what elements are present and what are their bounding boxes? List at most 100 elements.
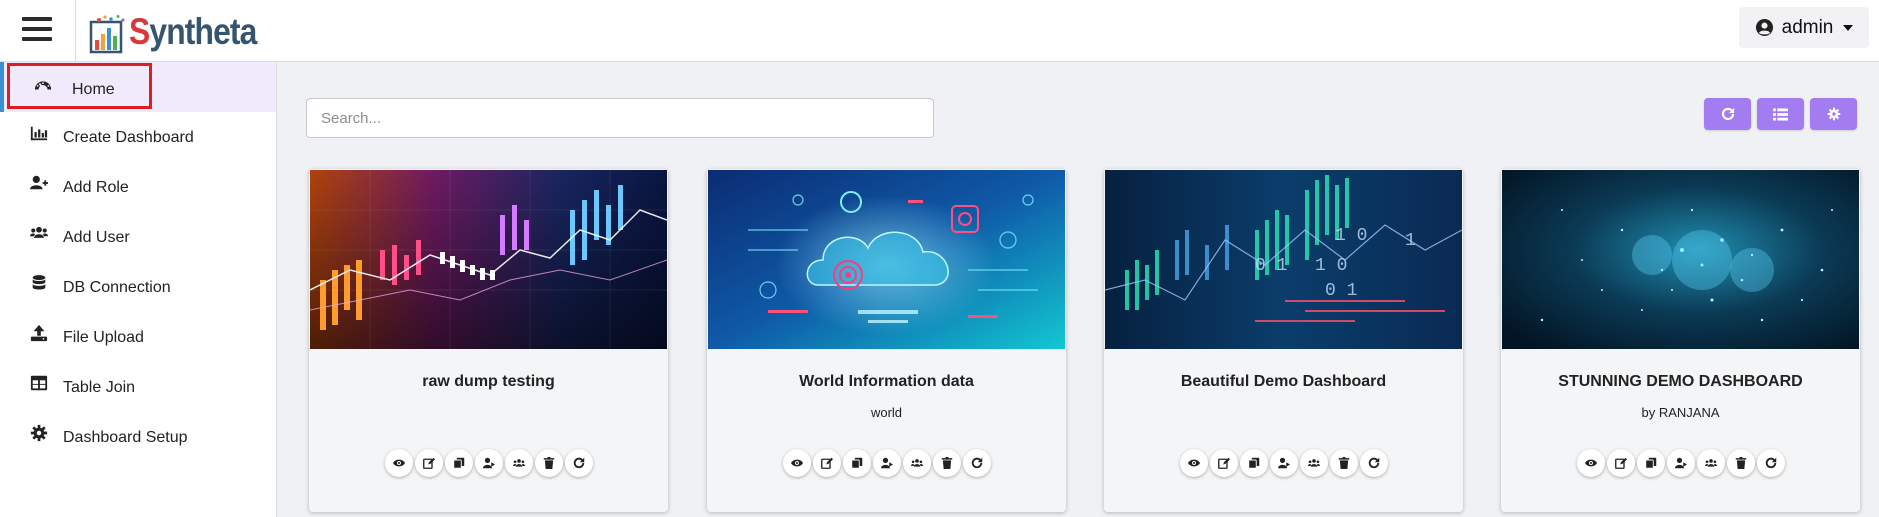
logo-wordmark: Syntheta [129,11,257,52]
eye-icon [1585,457,1597,469]
sidebar-item-label: Table Join [63,379,136,396]
trash-icon [543,457,555,469]
sidebar-item-label: Add Role [63,179,129,196]
assign-role-icon [881,457,893,469]
user-menu-dropdown[interactable]: admin [1739,7,1869,48]
card-title: World Information data [799,373,974,390]
hamburger-menu-icon[interactable] [22,14,52,44]
refresh-card-button[interactable] [1756,449,1785,477]
assign-role-button[interactable] [474,449,503,477]
sidebar-item-add-role[interactable]: Add Role [0,162,276,212]
dashboard-thumbnail-image[interactable] [708,170,1065,349]
eye-icon [791,457,803,469]
edit-icon [1615,457,1627,469]
refresh-card-button[interactable] [1359,449,1388,477]
refresh-card-button[interactable] [962,449,991,477]
user-circle-icon [1755,18,1773,37]
assign-users-button[interactable] [902,449,931,477]
copy-button[interactable] [444,449,473,477]
edit-icon [821,457,833,469]
card-title: Beautiful Demo Dashboard [1180,373,1387,390]
sidebar-item-label: Create Dashboard [63,129,194,146]
edit-icon [1218,457,1230,469]
assign-role-button[interactable] [1666,449,1695,477]
list-icon [1773,107,1788,121]
copy-button[interactable] [1636,449,1665,477]
sidebar-item-label: File Upload [63,329,144,346]
view-button[interactable] [1179,449,1208,477]
dashboard-card[interactable]: 1 01 010 10 1 Beautiful Demo Dashboard [1104,169,1463,512]
sidebar-item-db-connection[interactable]: DB Connection [0,262,276,312]
settings-button[interactable] [1810,98,1857,130]
assign-role-button[interactable] [872,449,901,477]
assign-users-button[interactable] [1696,449,1725,477]
sidebar-item-home[interactable]: Home [0,62,276,112]
delete-button[interactable] [534,449,563,477]
edit-button[interactable] [1606,449,1635,477]
refresh-button[interactable] [1704,98,1751,130]
dashboard-card[interactable]: World Information data world [707,169,1066,512]
users-icon [30,226,48,238]
refresh-icon [573,457,585,469]
dashboard-thumbnail-image[interactable] [1502,170,1859,349]
dashboard-card[interactable]: raw dump testing [309,169,668,512]
copy-icon [1248,457,1260,469]
bar-chart-icon [30,126,48,141]
eye-icon [1188,457,1200,469]
assign-role-icon [1675,457,1687,469]
upload-icon [30,324,48,342]
sidebar-item-file-upload[interactable]: File Upload [0,312,276,362]
view-button[interactable] [384,449,413,477]
divider [75,0,76,62]
svg-text:1 0: 1 0 [1315,256,1347,276]
assign-role-icon [483,457,495,469]
eye-icon [393,457,405,469]
dashboard-thumbnail-image[interactable]: 1 01 010 10 1 [1105,170,1462,349]
card-subtitle: by RANJANA [1641,405,1720,420]
card-actions [707,449,1066,477]
assign-role-button[interactable] [1269,449,1298,477]
top-bar: Syntheta admin [0,0,1879,62]
card-actions [1501,449,1860,477]
svg-text:0 1: 0 1 [1325,281,1357,301]
delete-button[interactable] [1726,449,1755,477]
sidebar-item-create-dashboard[interactable]: Create Dashboard [0,112,276,162]
card-title: STUNNING DEMO DASHBOARD [1558,373,1803,390]
copy-button[interactable] [842,449,871,477]
edit-icon [423,457,435,469]
sidebar-item-dashboard-setup[interactable]: Dashboard Setup [0,412,276,462]
trash-icon [1338,457,1350,469]
edit-button[interactable] [812,449,841,477]
card-title: raw dump testing [422,373,555,390]
delete-button[interactable] [1329,449,1358,477]
card-subtitle: world [870,405,903,420]
copy-icon [1645,457,1657,469]
sidebar-item-label: Add User [63,229,130,246]
sidebar-item-add-user[interactable]: Add User [0,212,276,262]
dashboard-gauge-icon [34,81,52,90]
assign-users-button[interactable] [504,449,533,477]
logo-bar-chart-icon [89,15,125,54]
edit-button[interactable] [414,449,443,477]
assign-users-button[interactable] [1299,449,1328,477]
user-plus-icon [30,175,48,190]
delete-button[interactable] [932,449,961,477]
copy-icon [453,457,465,469]
search-input[interactable] [306,98,934,138]
assign-users-icon [1705,457,1717,469]
gear-icon [30,424,48,442]
app-logo[interactable]: Syntheta [89,6,277,54]
assign-users-icon [911,457,923,469]
edit-button[interactable] [1209,449,1238,477]
dashboard-thumbnail-image[interactable] [310,170,667,349]
trash-icon [1735,457,1747,469]
refresh-card-button[interactable] [564,449,593,477]
database-icon [32,275,46,290]
username-label: admin [1781,16,1834,38]
list-view-button[interactable] [1757,98,1804,130]
view-button[interactable] [1576,449,1605,477]
view-button[interactable] [782,449,811,477]
dashboard-card[interactable]: STUNNING DEMO DASHBOARD by RANJANA [1501,169,1860,512]
sidebar-item-table-join[interactable]: Table Join [0,362,276,412]
copy-button[interactable] [1239,449,1268,477]
